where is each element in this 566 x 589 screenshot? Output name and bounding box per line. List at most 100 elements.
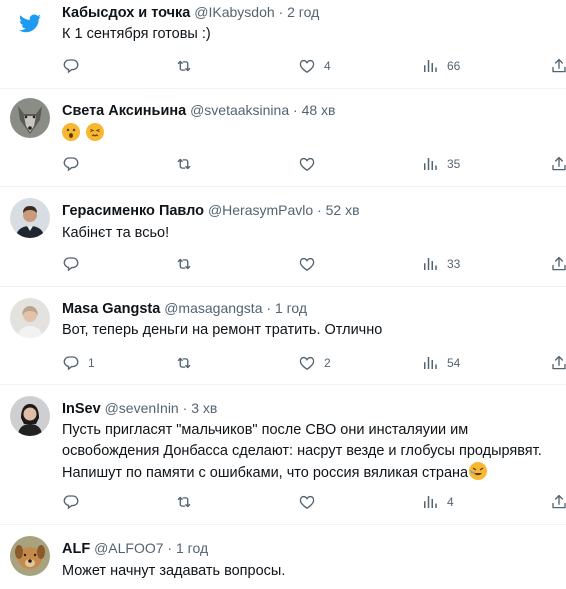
twitter-bird-logo-icon[interactable] (10, 4, 50, 44)
tweet-actions: 4 66 (62, 55, 566, 77)
separator-dot: · (278, 4, 284, 20)
views-icon (421, 155, 439, 173)
user-handle[interactable]: @sevenInin (105, 400, 179, 416)
tweet-text-line: освобождения Донбасса сделают: насрут ве… (62, 443, 542, 459)
tweet-header: Кабысдох и точка @IKabysdoh · 2 год (62, 4, 319, 21)
display-name[interactable]: InSev (62, 401, 101, 417)
avatar[interactable] (10, 98, 50, 138)
tweet-actions: 4 (62, 491, 566, 513)
share-button[interactable] (550, 153, 566, 175)
views-button[interactable]: 35 (421, 153, 460, 175)
display-name[interactable]: Masa Gangsta (62, 301, 160, 317)
woman-dark-hair-portrait-icon (10, 396, 50, 436)
view-count: 33 (447, 257, 461, 271)
tweet[interactable]: Света Аксиньина @svetaaksinina · 48 хв 3… (0, 88, 566, 187)
timestamp[interactable]: 52 хв (326, 202, 360, 218)
timestamp[interactable]: 1 год (275, 300, 307, 316)
heart-icon (298, 493, 316, 511)
like-button[interactable]: 4 (298, 55, 331, 77)
user-handle[interactable]: @masagangsta (164, 300, 262, 316)
reply-button[interactable] (62, 253, 80, 275)
retweet-icon (175, 354, 193, 372)
tweet[interactable]: Кабысдох и точка @IKabysdoh · 2 год К 1 … (0, 0, 566, 89)
share-button[interactable] (550, 352, 566, 374)
views-button[interactable]: 66 (421, 55, 460, 77)
separator-dot: · (167, 540, 173, 556)
tweet-text-line: Пусть пригласят "мальчиков" после СВО он… (62, 422, 469, 438)
views-button[interactable]: 54 (421, 352, 460, 374)
confounded-face-icon (86, 123, 105, 141)
share-icon (550, 255, 566, 273)
tweet[interactable]: Герасименко Павло @HerasymPavlo · 52 хв … (0, 186, 566, 287)
avatar[interactable] (10, 198, 50, 238)
retweet-button[interactable] (175, 253, 193, 275)
timestamp[interactable]: 48 хв (302, 102, 336, 118)
retweet-button[interactable] (175, 153, 193, 175)
reply-button[interactable]: 1 (62, 352, 95, 374)
display-name[interactable]: Герасименко Павло (62, 203, 204, 219)
tweet-text: Кабінєт та всьо! (62, 225, 170, 241)
user-handle[interactable]: @svetaaksinina (190, 102, 289, 118)
views-icon (421, 255, 439, 273)
reply-button[interactable] (62, 55, 80, 77)
view-count: 35 (447, 157, 461, 171)
reply-button[interactable] (62, 491, 80, 513)
woman-portrait-icon (10, 298, 50, 338)
rolling-on-floor-laughing-icon (469, 462, 488, 480)
share-icon (550, 57, 566, 75)
reply-icon (62, 57, 80, 75)
retweet-button[interactable] (175, 491, 193, 513)
share-icon (550, 354, 566, 372)
like-button[interactable] (298, 253, 316, 275)
reply-icon (62, 354, 80, 372)
views-button[interactable]: 4 (421, 491, 454, 513)
display-name[interactable]: Света Аксиньина (62, 103, 186, 119)
separator-dot: · (182, 400, 188, 416)
timestamp[interactable]: 2 год (287, 4, 319, 20)
tweet-text-line: Напишут по памяти с ошибками, что россия… (62, 462, 562, 484)
view-count: 4 (447, 495, 454, 509)
like-button[interactable] (298, 153, 316, 175)
share-icon (550, 155, 566, 173)
views-button[interactable]: 33 (421, 253, 460, 275)
tweet-actions: 33 (62, 253, 566, 275)
view-count: 54 (447, 356, 461, 370)
face-with-open-mouth-icon (62, 123, 80, 141)
retweet-icon (175, 155, 193, 173)
avatar[interactable] (10, 396, 50, 436)
man-portrait-icon (10, 198, 50, 238)
tweet-header: ALF @ALFOO7 · 1 год (62, 540, 208, 557)
tweet-header: Герасименко Павло @HerasymPavlo · 52 хв (62, 202, 360, 219)
timestamp[interactable]: 3 хв (191, 400, 217, 416)
like-button[interactable] (298, 491, 316, 513)
retweet-button[interactable] (175, 352, 193, 374)
user-handle[interactable]: @ALFOO7 (94, 540, 163, 556)
tweet-text (62, 123, 562, 145)
avatar[interactable] (10, 536, 50, 576)
share-button[interactable] (550, 253, 566, 275)
dog-portrait-icon (10, 536, 50, 576)
views-icon (421, 354, 439, 372)
separator-dot: · (266, 300, 272, 316)
like-button[interactable]: 2 (298, 352, 331, 374)
tweet[interactable]: Masa Gangsta @masagangsta · 1 год Вот, т… (0, 286, 566, 385)
retweet-button[interactable] (175, 55, 193, 77)
share-button[interactable] (550, 491, 566, 513)
tweet-text: Может начнут задавать вопросы. (62, 563, 286, 579)
timestamp[interactable]: 1 год (176, 540, 208, 556)
avatar[interactable] (10, 298, 50, 338)
separator-dot: · (293, 102, 298, 118)
display-name[interactable]: ALF (62, 541, 90, 557)
heart-icon (298, 354, 316, 372)
share-button[interactable] (550, 55, 566, 77)
reply-icon (62, 155, 80, 173)
retweet-icon (175, 255, 193, 273)
display-name[interactable]: Кабысдох и точка (62, 5, 190, 21)
user-handle[interactable]: @HerasymPavlo (208, 202, 313, 218)
reply-button[interactable] (62, 153, 80, 175)
tweet[interactable]: ALF @ALFOO7 · 1 год Может начнут задават… (0, 524, 566, 589)
views-icon (421, 57, 439, 75)
user-handle[interactable]: @IKabysdoh (194, 4, 274, 20)
tweet[interactable]: InSev @sevenInin · 3 хв Пусть пригласят … (0, 384, 566, 525)
like-count: 4 (324, 59, 331, 73)
